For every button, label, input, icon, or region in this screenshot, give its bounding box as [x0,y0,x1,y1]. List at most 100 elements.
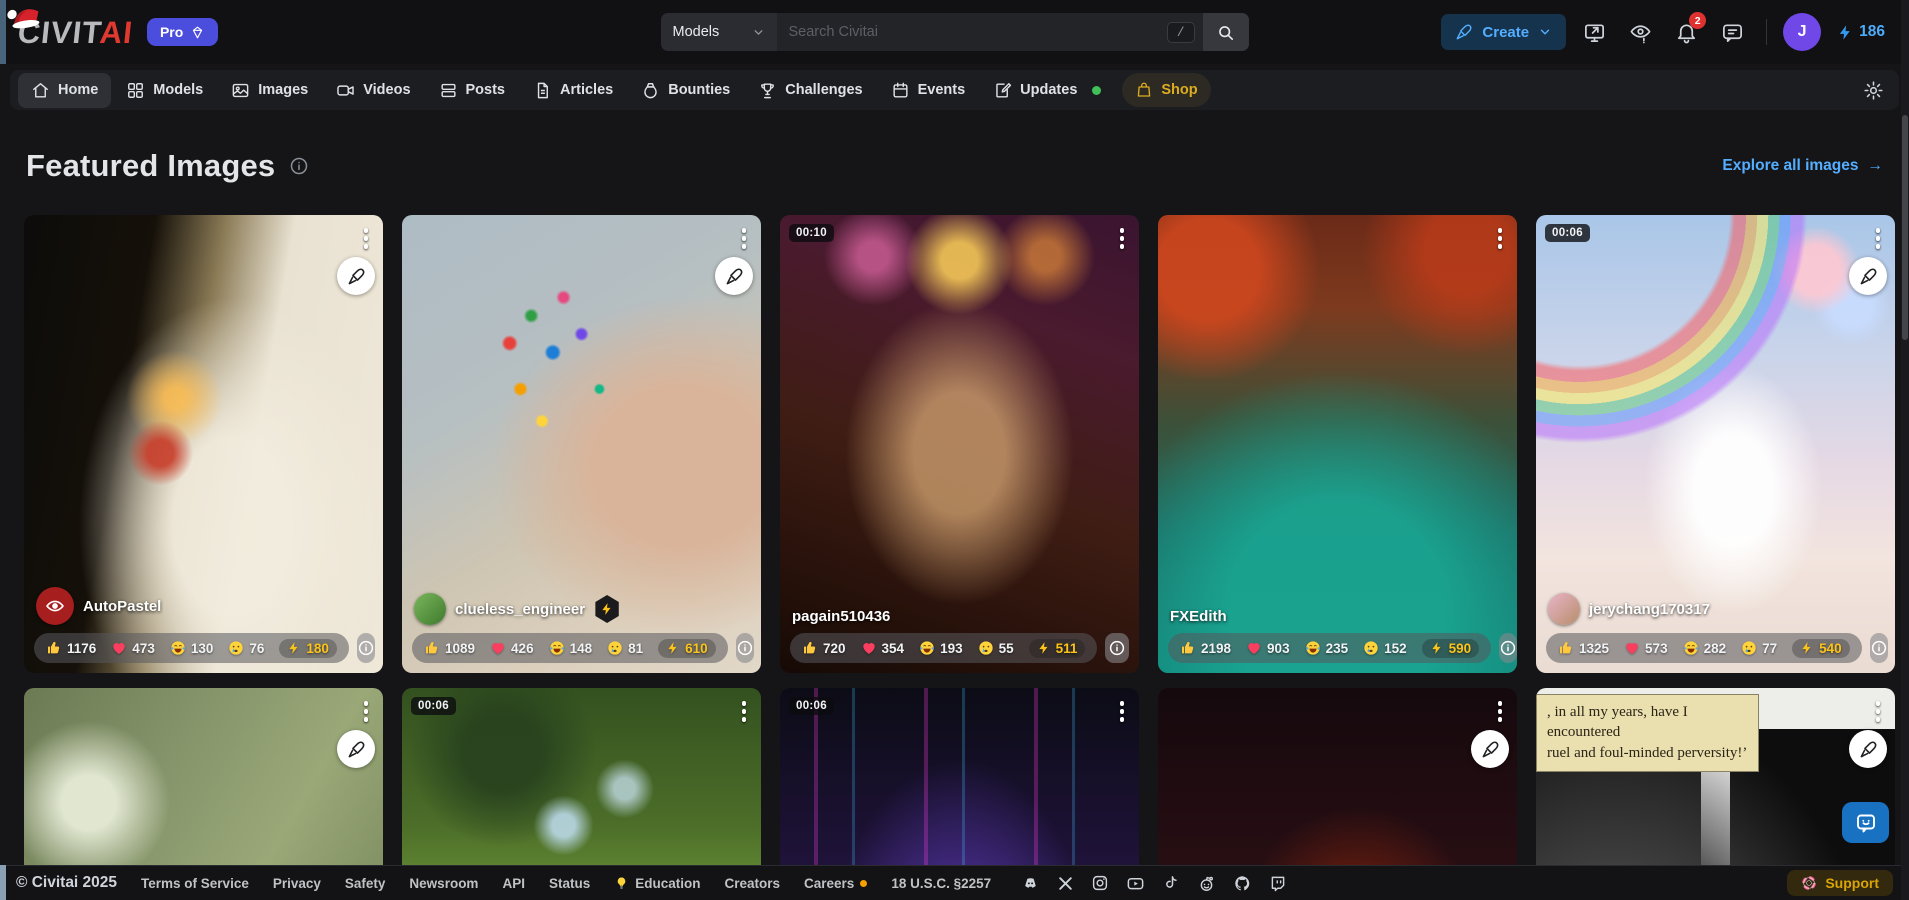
stat-cry[interactable]: 77 [1741,640,1777,656]
stat-like[interactable]: 720 [802,640,846,656]
card-menu-button[interactable] [735,694,754,729]
stat-cry[interactable]: 76 [228,640,264,656]
nav-item-challenges[interactable]: Challenges [745,73,875,108]
card-menu-button[interactable] [357,221,376,256]
card-menu-button[interactable] [1869,694,1888,729]
nav-item-models[interactable]: Models [113,73,216,108]
card-username[interactable]: clueless_engineer [455,601,585,618]
stat-heart[interactable]: 573 [1624,640,1668,656]
card-avatar[interactable] [414,593,446,625]
card-menu-button[interactable] [1113,694,1132,729]
stat-cry[interactable]: 81 [607,640,643,656]
info-button[interactable] [736,633,754,663]
remix-button[interactable] [715,257,753,295]
nav-item-images[interactable]: Images [218,73,321,108]
nav-item-posts[interactable]: Posts [426,73,519,108]
footer-link-status[interactable]: Status [549,876,590,891]
info-button[interactable] [1499,633,1517,663]
create-button[interactable]: Create [1441,14,1566,50]
nav-item-events[interactable]: Events [878,73,979,108]
discord-icon[interactable] [1021,874,1040,893]
explore-all-images-link[interactable]: Explore all images → [1722,157,1883,175]
card-menu-button[interactable] [1113,221,1132,256]
footer-link-newsroom[interactable]: Newsroom [409,876,478,891]
civitai-logo[interactable]: CIVITAI [16,17,134,48]
remix-button[interactable] [1849,257,1887,295]
card-username[interactable]: jerychang170317 [1589,601,1710,618]
card-menu-button[interactable] [735,221,754,256]
stat-laugh[interactable]: 148 [549,640,593,656]
info-circle-icon[interactable] [289,156,309,176]
stat-like[interactable]: 1176 [46,640,96,656]
nav-item-videos[interactable]: Videos [323,73,423,108]
search-button[interactable] [1203,13,1249,51]
stat-heart[interactable]: 354 [861,640,905,656]
card-menu-button[interactable] [357,694,376,729]
instagram-icon[interactable] [1091,874,1109,892]
image-card[interactable]: AutoPastel 1176 473 130 76 [24,215,383,673]
footer-link-safety[interactable]: Safety [345,876,386,891]
card-username[interactable]: AutoPastel [83,598,161,615]
browsing-level-button[interactable] [1622,14,1658,50]
card-avatar[interactable] [36,587,74,625]
info-button[interactable] [1870,633,1888,663]
search-category-select[interactable]: Models [661,13,777,51]
chat-button[interactable] [1714,14,1750,50]
stat-zap[interactable]: 511 [1029,639,1086,658]
nav-settings-button[interactable] [1855,72,1891,108]
scrollbar-thumb[interactable] [1902,115,1908,340]
nav-item-home[interactable]: Home [18,73,111,108]
nav-item-shop[interactable]: Shop [1122,73,1210,107]
github-icon[interactable] [1233,874,1252,893]
stat-zap[interactable]: 610 [658,639,716,658]
user-avatar[interactable]: J [1783,13,1821,51]
notifications-button[interactable]: 2 [1668,14,1704,50]
remix-button[interactable] [1849,730,1887,768]
remix-button[interactable] [1471,730,1509,768]
search-input[interactable] [789,24,1167,40]
twitch-icon[interactable] [1269,874,1287,892]
youtube-icon[interactable] [1126,874,1145,893]
info-button[interactable] [357,633,375,663]
reddit-icon[interactable] [1197,874,1216,893]
nav-item-articles[interactable]: Articles [520,73,626,108]
stat-zap[interactable]: 590 [1422,639,1480,658]
stat-zap[interactable]: 180 [279,639,337,658]
nav-item-updates[interactable]: Updates [980,73,1114,108]
remix-button[interactable] [337,257,375,295]
stat-laugh[interactable]: 130 [170,640,214,656]
card-menu-button[interactable] [1491,694,1510,729]
stat-heart[interactable]: 903 [1246,640,1290,656]
buzz-balance[interactable]: 186 [1831,19,1891,45]
footer-link-2257[interactable]: 18 U.S.C. §2257 [891,876,991,891]
image-card[interactable]: FXEdith 2198 903 235 152 [1158,215,1517,673]
tiktok-icon[interactable] [1162,874,1180,892]
stat-cry[interactable]: 152 [1363,640,1407,656]
stat-heart[interactable]: 426 [490,640,534,656]
stat-laugh[interactable]: 282 [1683,640,1727,656]
support-chat-widget[interactable] [1842,802,1889,843]
pro-badge[interactable]: Pro [147,18,218,46]
card-username[interactable]: pagain510436 [792,608,890,625]
scrollbar[interactable] [1901,0,1909,900]
footer-link-education[interactable]: Education [614,876,700,891]
image-card[interactable]: clueless_engineer 1089 426 148 [402,215,761,673]
stat-like[interactable]: 1325 [1558,640,1609,656]
remix-button[interactable] [337,730,375,768]
stat-laugh[interactable]: 193 [919,640,963,656]
footer-link-api[interactable]: API [502,876,525,891]
card-avatar[interactable] [1548,593,1580,625]
footer-link-terms[interactable]: Terms of Service [141,876,249,891]
stat-heart[interactable]: 473 [111,640,155,656]
stat-laugh[interactable]: 235 [1305,640,1349,656]
footer-link-careers[interactable]: Careers [804,876,867,891]
footer-link-creators[interactable]: Creators [725,876,781,891]
image-card[interactable]: 00:10 pagain510436 720 354 193 [780,215,1139,673]
stat-like[interactable]: 2198 [1180,640,1231,656]
nav-item-bounties[interactable]: Bounties [628,73,743,108]
screen-share-button[interactable] [1576,14,1612,50]
support-button[interactable]: Support [1787,870,1893,896]
info-button[interactable] [1105,633,1129,663]
card-menu-button[interactable] [1491,221,1510,256]
image-card[interactable]: 00:06 jerychang170317 1325 573 [1536,215,1895,673]
